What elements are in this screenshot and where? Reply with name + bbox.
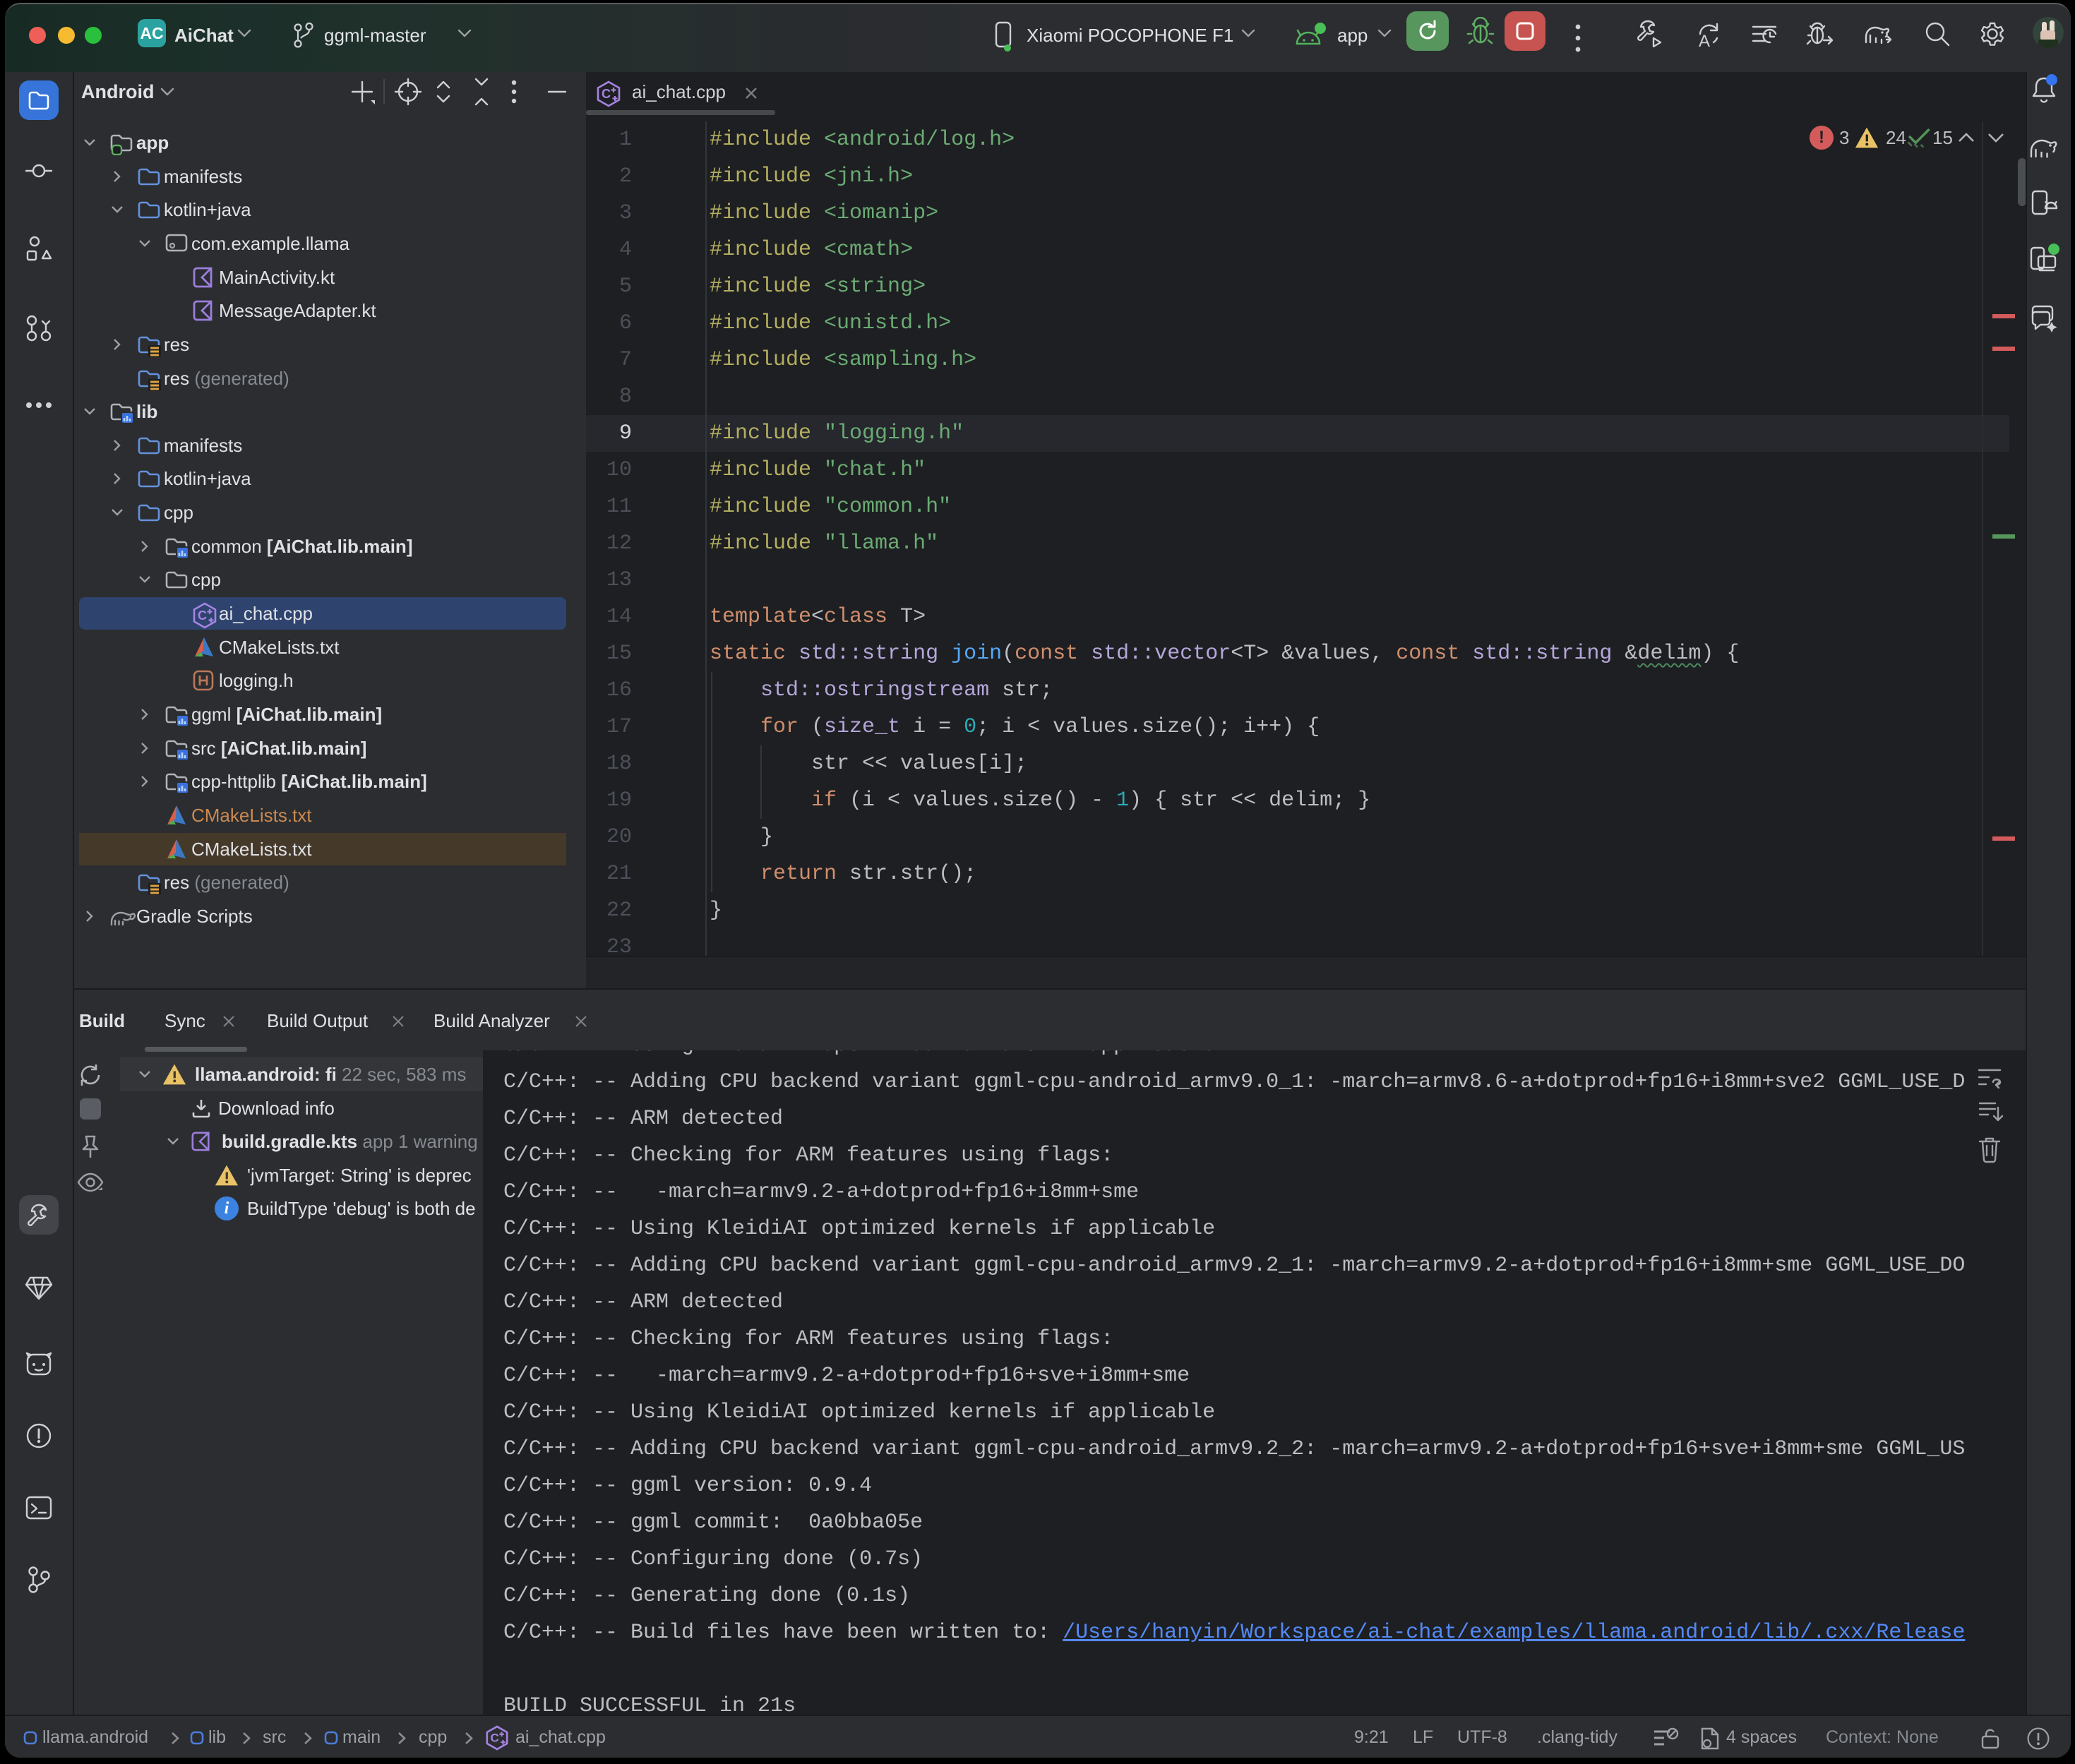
svg-text:C: C bbox=[491, 1732, 499, 1745]
svg-text:C: C bbox=[198, 608, 207, 623]
svg-text:A: A bbox=[1699, 32, 1710, 49]
svg-text:C: C bbox=[602, 87, 611, 101]
